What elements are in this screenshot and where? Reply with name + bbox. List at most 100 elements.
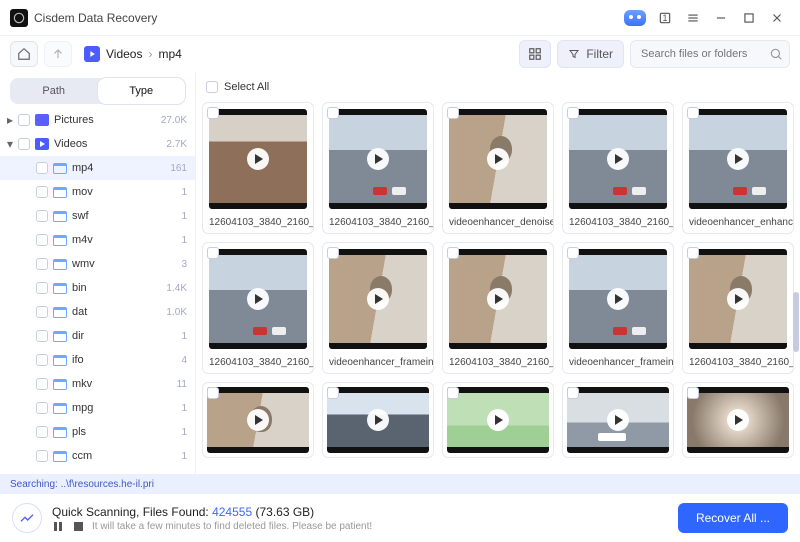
file-card[interactable]: videoenhancer_enhance... (682, 102, 794, 234)
close-button[interactable] (764, 5, 790, 31)
tree-checkbox[interactable] (36, 186, 48, 198)
file-thumbnail[interactable] (567, 387, 669, 453)
tree-checkbox[interactable] (36, 378, 48, 390)
sidebar-item-videos[interactable]: ▾Videos2.7K (0, 132, 195, 156)
tab-type[interactable]: Type (98, 78, 186, 104)
file-checkbox[interactable] (567, 107, 579, 119)
file-thumbnail[interactable] (569, 249, 667, 349)
chevron-right-icon[interactable]: ▸ (2, 113, 18, 127)
tree-checkbox[interactable] (36, 426, 48, 438)
tree-checkbox[interactable] (36, 330, 48, 342)
sidebar-item-dir[interactable]: dir1 (0, 324, 195, 348)
scrollbar[interactable] (792, 72, 800, 474)
tree-checkbox[interactable] (18, 114, 30, 126)
maximize-button[interactable] (736, 5, 762, 31)
file-card[interactable]: videoenhancer_frameinte... (322, 242, 434, 374)
file-checkbox[interactable] (687, 247, 699, 259)
tree-checkbox[interactable] (36, 234, 48, 246)
sidebar-item-mpg[interactable]: mpg1 (0, 396, 195, 420)
file-card[interactable]: videoenhancer_denoiser... (442, 102, 554, 234)
search-input[interactable] (630, 40, 790, 68)
file-checkbox[interactable] (327, 387, 339, 399)
recover-all-button[interactable]: Recover All ... (678, 503, 788, 533)
tree-checkbox[interactable] (36, 402, 48, 414)
file-thumbnail[interactable] (207, 387, 309, 453)
minimize-button[interactable] (708, 5, 734, 31)
file-checkbox[interactable] (327, 247, 339, 259)
file-card[interactable]: 12604103_3840_2160_30f... (442, 242, 554, 374)
file-checkbox[interactable] (207, 387, 219, 399)
sidebar-item-pls[interactable]: pls1 (0, 420, 195, 444)
file-card[interactable] (202, 382, 314, 458)
sidebar-item-pictures[interactable]: ▸Pictures27.0K (0, 108, 195, 132)
sidebar-item-dat[interactable]: dat1.0K (0, 300, 195, 324)
file-card[interactable]: 12604103_3840_2160_30f... (322, 102, 434, 234)
tree-checkbox[interactable] (36, 210, 48, 222)
file-card[interactable] (442, 382, 554, 458)
sidebar-item-mp4[interactable]: mp4161 (0, 156, 195, 180)
file-thumbnail[interactable] (689, 249, 787, 349)
tabs-icon[interactable]: 1 (652, 5, 678, 31)
file-thumbnail[interactable] (209, 109, 307, 209)
sidebar-item-ccm[interactable]: ccm1 (0, 444, 195, 468)
file-card[interactable]: 12604103_3840_2160_30f... (562, 102, 674, 234)
file-thumbnail[interactable] (329, 249, 427, 349)
up-button[interactable] (44, 41, 72, 67)
file-checkbox[interactable] (327, 107, 339, 119)
file-checkbox[interactable] (567, 247, 579, 259)
file-checkbox[interactable] (687, 107, 699, 119)
file-checkbox[interactable] (207, 107, 219, 119)
file-checkbox[interactable] (447, 247, 459, 259)
tab-path[interactable]: Path (10, 78, 98, 104)
tree-checkbox[interactable] (36, 354, 48, 366)
file-thumbnail[interactable] (447, 387, 549, 453)
file-card[interactable]: videoenhancer_frameinte... (562, 242, 674, 374)
tree-checkbox[interactable] (36, 258, 48, 270)
sidebar-item-mov[interactable]: mov1 (0, 180, 195, 204)
file-card[interactable]: 12604103_3840_2160_30f... (682, 242, 794, 374)
select-all-checkbox[interactable] (206, 81, 218, 93)
pause-button[interactable] (52, 521, 64, 531)
stop-button[interactable] (72, 521, 84, 531)
filter-button[interactable]: Filter (557, 40, 624, 68)
sidebar-item-bin[interactable]: bin1.4K (0, 276, 195, 300)
sidebar-item-m4v[interactable]: m4v1 (0, 228, 195, 252)
sidebar-item-mkv[interactable]: mkv11 (0, 372, 195, 396)
file-card[interactable] (682, 382, 794, 458)
scrollbar-thumb[interactable] (793, 292, 799, 352)
file-checkbox[interactable] (687, 387, 699, 399)
file-thumbnail[interactable] (689, 109, 787, 209)
file-thumbnail[interactable] (449, 109, 547, 209)
file-checkbox[interactable] (447, 387, 459, 399)
file-card[interactable] (562, 382, 674, 458)
tree-checkbox[interactable] (36, 162, 48, 174)
file-thumbnail[interactable] (687, 387, 789, 453)
select-all-row[interactable]: Select All (196, 72, 800, 98)
file-thumbnail[interactable] (209, 249, 307, 349)
breadcrumb-root[interactable]: Videos (106, 47, 142, 61)
menu-icon[interactable] (680, 5, 706, 31)
breadcrumb-current[interactable]: mp4 (158, 47, 181, 61)
file-checkbox[interactable] (447, 107, 459, 119)
tree-checkbox[interactable] (36, 306, 48, 318)
scan-hint: It will take a few minutes to find delet… (92, 521, 372, 532)
file-card[interactable]: 12604103_3840_2160_30f... (202, 102, 314, 234)
tree-checkbox[interactable] (36, 282, 48, 294)
file-card[interactable]: 12604103_3840_2160_30f... (202, 242, 314, 374)
assistant-icon[interactable] (620, 5, 650, 31)
sidebar-item-swf[interactable]: swf1 (0, 204, 195, 228)
home-button[interactable] (10, 41, 38, 67)
file-thumbnail[interactable] (327, 387, 429, 453)
sidebar-item-ifo[interactable]: ifo4 (0, 348, 195, 372)
view-grid-button[interactable] (519, 40, 551, 68)
chevron-down-icon[interactable]: ▾ (2, 137, 18, 151)
file-checkbox[interactable] (567, 387, 579, 399)
file-thumbnail[interactable] (329, 109, 427, 209)
file-checkbox[interactable] (207, 247, 219, 259)
tree-checkbox[interactable] (18, 138, 30, 150)
file-thumbnail[interactable] (449, 249, 547, 349)
sidebar-item-wmv[interactable]: wmv3 (0, 252, 195, 276)
file-card[interactable] (322, 382, 434, 458)
file-thumbnail[interactable] (569, 109, 667, 209)
tree-checkbox[interactable] (36, 450, 48, 462)
